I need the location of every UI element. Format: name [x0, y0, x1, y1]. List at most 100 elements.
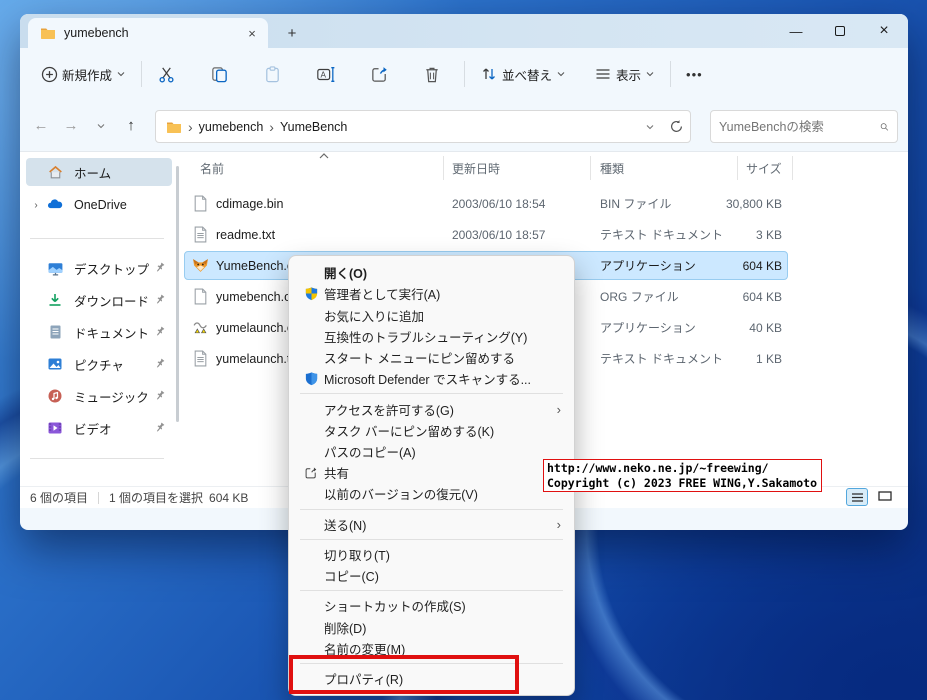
column-header-date[interactable]: 更新日時: [452, 154, 500, 182]
view-list-icon: [594, 65, 612, 83]
downloads-icon: [46, 291, 64, 309]
sidebar-item-documents[interactable]: ドキュメント: [26, 318, 172, 346]
sidebar-item-desktop[interactable]: デスクトップ: [26, 254, 172, 282]
search-input[interactable]: [719, 120, 880, 134]
copy-button[interactable]: [203, 57, 236, 91]
file-row-cdimage[interactable]: cdimage.bin 2003/06/10 18:54 BIN ファイル 30…: [180, 188, 908, 219]
breadcrumb-YumeBench[interactable]: YumeBench: [276, 120, 351, 134]
cut-button[interactable]: [150, 57, 183, 91]
menu-item-add-to-favorites[interactable]: お気に入りに追加: [294, 304, 569, 325]
breadcrumb-chevron: ›: [186, 119, 195, 135]
file-name: yumelaunch.e: [216, 312, 294, 343]
forward-button[interactable]: →: [56, 111, 86, 141]
sidebar-item-videos[interactable]: ビデオ: [26, 414, 172, 442]
menu-item-open[interactable]: 開く(O): [294, 262, 569, 283]
selection-count: 1 個の項目を選択: [109, 489, 203, 506]
file-size: 604 KB: [660, 281, 782, 312]
new-item-button[interactable]: 新規作成: [34, 57, 133, 91]
paste-button[interactable]: [256, 57, 289, 91]
recent-locations-button[interactable]: [86, 111, 116, 141]
pin-icon: [154, 358, 168, 370]
search-box[interactable]: [710, 110, 898, 143]
sidebar-item-music[interactable]: ミュージック: [26, 382, 172, 410]
sidebar-item-home[interactable]: ホーム: [26, 158, 172, 186]
column-divider[interactable]: [590, 156, 591, 180]
column-header-size[interactable]: サイズ: [746, 154, 782, 182]
file-icon: [192, 288, 209, 305]
annotation-url: http://www.neko.ne.jp/~freewing/: [547, 461, 818, 476]
file-size: 3 KB: [660, 219, 782, 250]
sidebar-item-pictures[interactable]: ピクチャ: [26, 350, 172, 378]
up-button[interactable]: ↑: [116, 111, 146, 141]
annotation-credit-box: http://www.neko.ne.jp/~freewing/ Copyrig…: [543, 459, 822, 492]
sidebar-scrollbar[interactable]: [176, 166, 179, 422]
sidebar-item-downloads[interactable]: ダウンロード: [26, 286, 172, 314]
menu-item-pin-to-start[interactable]: スタート メニューにピン留めする: [294, 347, 569, 368]
refresh-icon[interactable]: [669, 119, 684, 134]
maximize-button[interactable]: [818, 14, 862, 48]
menu-item-defender-scan[interactable]: Microsoft Defender でスキャンする...: [294, 368, 569, 389]
column-header-type[interactable]: 種類: [600, 154, 624, 182]
menu-item-restore-previous-versions[interactable]: 以前のバージョンの復元(V): [294, 483, 569, 504]
cut-icon: [157, 65, 176, 84]
menu-separator: [300, 539, 563, 540]
context-menu: 開く(O) 管理者として実行(A) お気に入りに追加 互換性のトラブルシューティ…: [288, 255, 575, 696]
details-view-toggle[interactable]: [846, 488, 868, 506]
menu-item-share[interactable]: 共有: [294, 462, 569, 483]
home-icon: [46, 163, 64, 181]
sidebar-item-onedrive[interactable]: › OneDrive: [26, 191, 172, 219]
column-divider[interactable]: [737, 156, 738, 180]
icons-view-toggle[interactable]: [874, 488, 896, 506]
sort-icon: [480, 65, 498, 83]
menu-item-compatibility-troubleshoot[interactable]: 互換性のトラブルシューティング(Y): [294, 326, 569, 347]
view-button[interactable]: 表示: [587, 57, 662, 91]
toolbar-divider: [141, 61, 142, 87]
new-item-label: 新規作成: [62, 65, 112, 84]
chevron-down-icon: [645, 69, 655, 79]
new-tab-button[interactable]: +: [282, 23, 302, 43]
tab-title: yumebench: [64, 26, 244, 40]
column-divider[interactable]: [443, 156, 444, 180]
menu-item-cut[interactable]: 切り取り(T): [294, 544, 569, 565]
close-button[interactable]: ×: [862, 14, 906, 48]
back-button[interactable]: ←: [26, 111, 56, 141]
share-icon: [298, 466, 324, 480]
tab-yumebench[interactable]: yumebench ×: [28, 18, 268, 48]
menu-item-send-to[interactable]: 送る(N) ›: [294, 514, 569, 535]
paste-icon: [263, 65, 282, 84]
pin-icon: [154, 390, 168, 402]
rename-button[interactable]: A: [309, 57, 343, 91]
text-file-icon: [192, 226, 209, 243]
toolbar-divider: [670, 61, 671, 87]
menu-item-copy-path[interactable]: パスのコピー(A): [294, 441, 569, 462]
file-name: yumelaunch.t: [216, 343, 290, 374]
menu-item-pin-to-taskbar[interactable]: タスク バーにピン留めする(K): [294, 420, 569, 441]
file-row-readme[interactable]: readme.txt 2003/06/10 18:57 テキスト ドキュメント …: [180, 219, 908, 250]
chevron-down-icon: [556, 69, 566, 79]
menu-item-run-as-admin[interactable]: 管理者として実行(A): [294, 283, 569, 304]
tab-close-icon[interactable]: ×: [244, 25, 260, 41]
breadcrumb-yumebench[interactable]: yumebench: [195, 120, 268, 134]
address-dropdown-icon[interactable]: [645, 122, 655, 132]
menu-item-give-access[interactable]: アクセスを許可する(G) ›: [294, 398, 569, 419]
breadcrumb-chevron: ›: [267, 119, 276, 135]
sort-button[interactable]: 並べ替え: [473, 57, 573, 91]
more-options-button[interactable]: •••: [679, 57, 710, 91]
folder-icon: [40, 25, 56, 41]
delete-button[interactable]: [416, 57, 448, 91]
yumebench-app-icon: [192, 257, 209, 274]
sidebar-separator: [30, 238, 164, 239]
menu-item-copy[interactable]: コピー(C): [294, 565, 569, 586]
expander-chevron-icon[interactable]: ›: [26, 200, 46, 211]
minimize-button[interactable]: —: [774, 14, 818, 48]
pin-icon: [154, 422, 168, 434]
menu-item-delete[interactable]: 削除(D): [294, 616, 569, 637]
column-divider[interactable]: [792, 156, 793, 180]
file-size: 604 KB: [660, 250, 782, 281]
column-header-name[interactable]: 名前: [200, 154, 224, 182]
menu-item-create-shortcut[interactable]: ショートカットの作成(S): [294, 595, 569, 616]
file-size: 1 KB: [660, 343, 782, 374]
address-bar[interactable]: › yumebench › YumeBench: [155, 110, 691, 143]
share-button[interactable]: [363, 57, 396, 91]
videos-icon: [46, 419, 64, 437]
